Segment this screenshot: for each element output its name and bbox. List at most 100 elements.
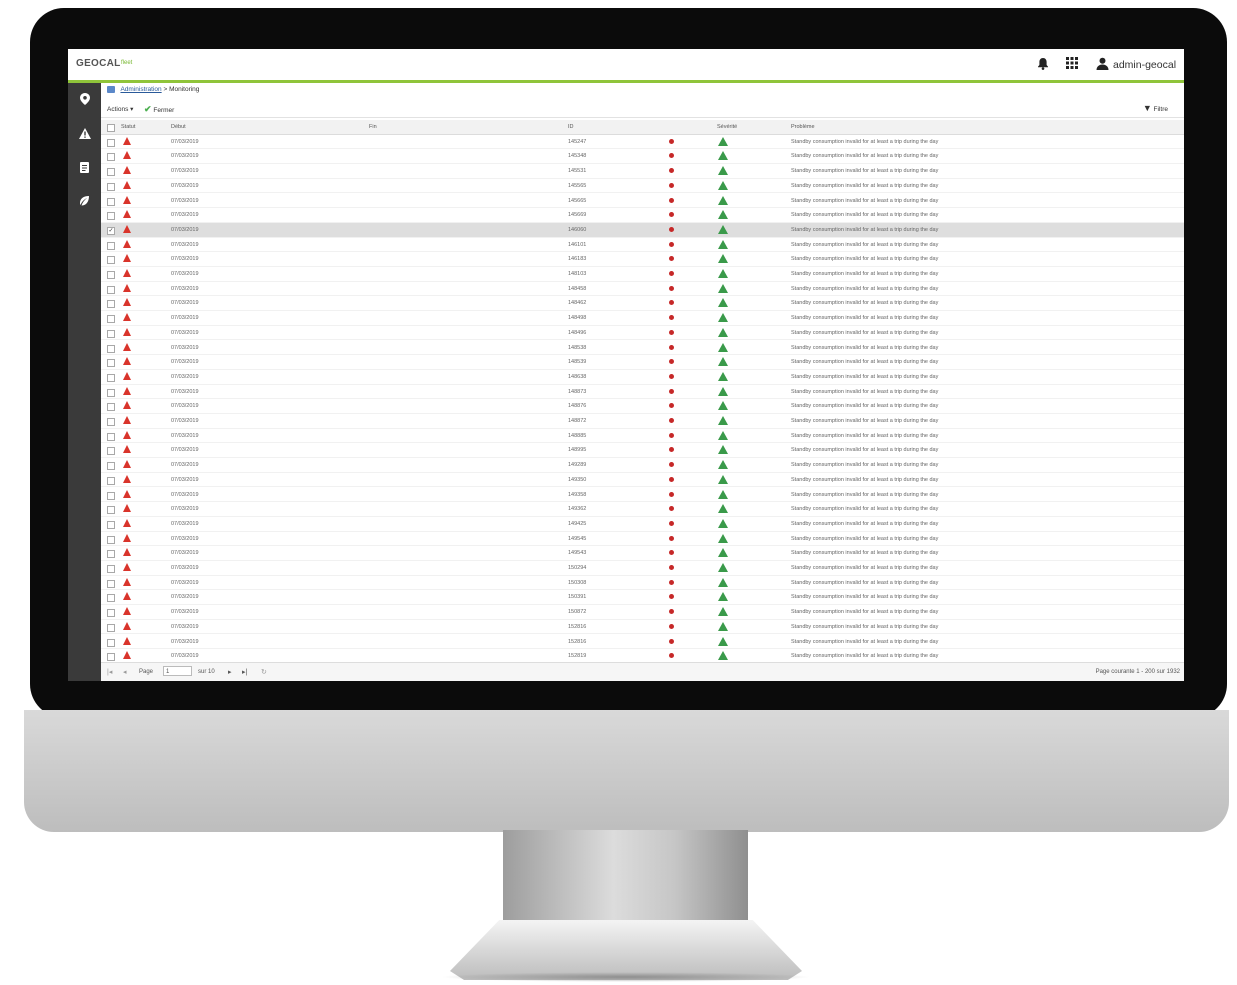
table-row[interactable]: 07/03/2019 148872 Standby consumption inva… [101,414,1184,429]
row-checkbox[interactable] [107,285,115,294]
table-row[interactable]: 07/03/2019 145665 Standby consumption inva… [101,194,1184,209]
row-checkbox[interactable] [107,418,115,426]
row-checkbox[interactable] [107,344,115,353]
table-row[interactable]: 07/03/2019 148103 Standby consumption inva… [101,267,1184,282]
row-checkbox[interactable] [107,491,115,500]
user-name[interactable]: admin-geocal [1113,59,1176,71]
row-checkbox[interactable] [107,462,115,471]
table-row[interactable]: 07/03/2019 145669 Standby consumption inva… [101,208,1184,223]
actions-dropdown[interactable]: Actions ▾ [107,105,133,113]
row-checkbox[interactable] [107,271,115,279]
row-checkbox[interactable] [107,373,115,382]
row-checkbox[interactable] [107,168,115,177]
row-checkbox[interactable] [107,506,115,515]
last-page-icon[interactable]: ▸| [242,668,247,676]
row-checkbox[interactable] [107,153,115,162]
table-row[interactable]: 07/03/2019 148885 Standby consumption inva… [101,429,1184,444]
row-checkbox[interactable] [107,638,115,647]
refresh-icon[interactable]: ↻ [261,668,267,676]
table-row[interactable]: 07/03/2019 150308 Standby consumption inva… [101,576,1184,591]
row-checkbox[interactable] [107,241,115,250]
table-row[interactable]: 07/03/2019 146101 Standby consumption inva… [101,238,1184,253]
table-row[interactable]: 07/03/2019 149358 Standby consumption inva… [101,488,1184,503]
next-page-icon[interactable]: ▸ [228,668,232,676]
row-checkbox[interactable] [107,550,115,559]
close-button[interactable]: ✔ Fermer [144,104,174,115]
table-row[interactable]: 07/03/2019 148539 Standby consumption inva… [101,355,1184,370]
row-checkbox[interactable] [107,329,115,338]
table-row[interactable]: 07/03/2019 148458 Standby consumption inva… [101,282,1184,297]
row-checkbox[interactable] [107,182,115,191]
table-row[interactable]: 07/03/2019 148876 Standby consumption inva… [101,399,1184,414]
table-row[interactable]: ✓ 07/03/2019 146060 Standby consumption inv… [101,222,1184,238]
red-dot-icon [669,197,674,203]
apps-grid-icon[interactable] [1066,57,1078,72]
row-checkbox[interactable] [107,300,115,309]
table-row[interactable]: 07/03/2019 148462 Standby consumption inva… [101,296,1184,312]
row-checkbox[interactable]: ✓ [107,226,115,235]
map-pin-icon[interactable] [68,93,101,108]
row-checkbox[interactable] [107,594,115,603]
table-row[interactable]: 07/03/2019 149289 Standby consumption inva… [101,458,1184,473]
row-checkbox[interactable] [107,403,115,412]
red-dot-icon [669,388,674,394]
first-page-icon[interactable]: |◂ [107,668,112,676]
table-row[interactable]: 07/03/2019 152816 Standby consumption inva… [101,635,1184,650]
alert-icon[interactable] [68,128,101,142]
row-checkbox[interactable] [107,359,115,368]
row-checkbox[interactable] [107,447,115,456]
table-row[interactable]: 07/03/2019 145348 Standby consumption inva… [101,149,1184,165]
table-row[interactable]: 07/03/2019 145565 Standby consumption inva… [101,179,1184,194]
problem-cell: Standby consumption invalid for at least… [791,447,939,454]
row-checkbox[interactable] [107,388,115,397]
table-row[interactable]: 07/03/2019 148638 Standby consumption inva… [101,370,1184,385]
table-row[interactable]: 07/03/2019 149425 Standby consumption inva… [101,517,1184,532]
table-row[interactable]: 07/03/2019 150391 Standby consumption inva… [101,590,1184,606]
table-row[interactable]: 07/03/2019 149362 Standby consumption inva… [101,502,1184,517]
row-checkbox[interactable] [107,212,115,221]
breadcrumb-administration[interactable]: Administration [120,86,161,93]
table-row[interactable]: 07/03/2019 146183 Standby consumption inva… [101,252,1184,267]
row-checkbox[interactable] [107,520,115,529]
table-row[interactable]: 07/03/2019 150872 Standby consumption inva… [101,605,1184,620]
column-header-status[interactable]: Statut [121,124,135,130]
app-logo[interactable]: GEOCAL [76,58,121,69]
row-checkbox[interactable] [107,653,115,662]
row-checkbox[interactable] [107,579,115,588]
column-header-problem[interactable]: Problème [791,124,815,130]
row-checkbox[interactable] [107,315,115,324]
select-all-checkbox[interactable] [107,124,115,132]
table-row[interactable]: 07/03/2019 152816 Standby consumption inva… [101,620,1184,635]
page-number-input[interactable]: 1 [163,666,192,676]
row-checkbox[interactable] [107,609,115,618]
row-checkbox[interactable] [107,138,115,147]
document-icon[interactable] [68,162,101,176]
filter-button[interactable]: ▼ Filtre [1143,103,1168,113]
row-checkbox[interactable] [107,197,115,206]
table-row[interactable]: 07/03/2019 145531 Standby consumption inva… [101,164,1184,179]
row-checkbox[interactable] [107,565,115,573]
table-row[interactable]: 07/03/2019 149350 Standby consumption inva… [101,473,1184,488]
table-row[interactable]: 07/03/2019 145247 Standby consumption inva… [101,135,1184,150]
previous-page-icon[interactable]: ◂ [123,668,127,676]
user-icon[interactable] [1096,57,1109,73]
row-checkbox[interactable] [107,432,115,441]
table-row[interactable]: 07/03/2019 148995 Standby consumption inva… [101,443,1184,459]
column-header-end[interactable]: Fin [369,124,377,130]
leaf-icon[interactable] [68,195,101,209]
row-checkbox[interactable] [107,623,115,632]
bell-icon[interactable] [1037,57,1049,73]
table-row[interactable]: 07/03/2019 149545 Standby consumption inva… [101,532,1184,547]
table-row[interactable]: 07/03/2019 148496 Standby consumption inva… [101,326,1184,341]
column-header-severity[interactable]: Sévérité [717,124,737,130]
row-checkbox[interactable] [107,535,115,544]
table-row[interactable]: 07/03/2019 148538 Standby consumption inva… [101,341,1184,356]
table-row[interactable]: 07/03/2019 149543 Standby consumption inva… [101,546,1184,561]
table-row[interactable]: 07/03/2019 148873 Standby consumption inva… [101,385,1184,400]
table-row[interactable]: 07/03/2019 148498 Standby consumption inva… [101,311,1184,326]
column-header-id[interactable]: ID [568,124,574,130]
column-header-start[interactable]: Début [171,124,186,130]
table-row[interactable]: 07/03/2019 150294 Standby consumption inva… [101,561,1184,576]
row-checkbox[interactable] [107,256,115,265]
row-checkbox[interactable] [107,476,115,485]
